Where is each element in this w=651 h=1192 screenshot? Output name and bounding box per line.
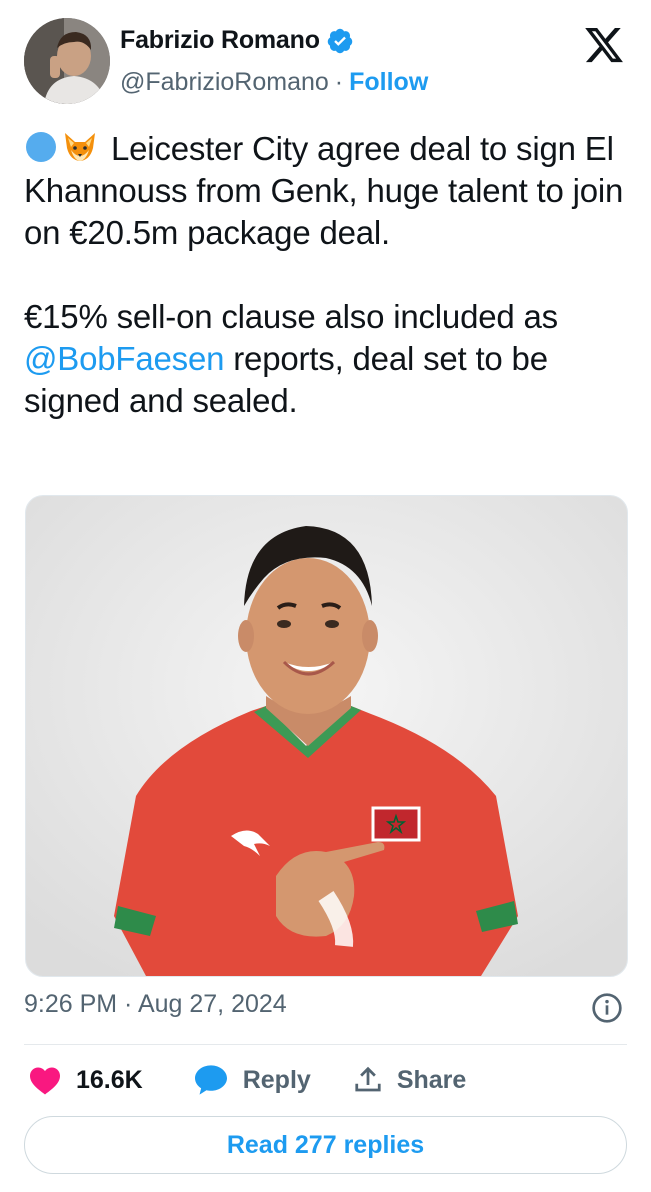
share-icon — [355, 1066, 381, 1092]
share-button[interactable]: Share — [353, 1065, 466, 1095]
verified-badge-icon — [327, 28, 353, 53]
heart-icon — [30, 1067, 60, 1095]
author-avatar[interactable] — [24, 18, 110, 104]
like-count: 16.6K — [76, 1065, 143, 1094]
x-logo-icon[interactable] — [583, 24, 625, 66]
tweet-timestamp[interactable]: 9:26 PM · Aug 27, 2024 — [24, 990, 287, 1018]
tweet-text: Leicester City agree deal to sign El Kha… — [24, 128, 634, 422]
share-label: Share — [396, 1065, 467, 1094]
author-handle[interactable]: @FabrizioRomano — [120, 68, 329, 97]
read-replies-button[interactable]: Read 277 replies — [24, 1116, 627, 1174]
reply-label: Reply — [242, 1065, 311, 1094]
tweet-meta: 9:26 PM · Aug 27, 2024 — [24, 990, 627, 1026]
player-photo — [26, 496, 627, 976]
separator-dot: · — [334, 68, 344, 96]
fox-emoji-icon — [65, 133, 95, 161]
tweet-paragraph-2: €15% sell-on clause also included as @Bo… — [24, 296, 634, 422]
tweet-paragraph-1: Leicester City agree deal to sign El Kha… — [24, 128, 634, 254]
follow-button[interactable]: Follow — [349, 68, 428, 97]
mention-link[interactable]: @BobFaesen — [24, 340, 224, 377]
tweet-media-image[interactable] — [25, 495, 628, 977]
speech-bubble-icon — [194, 1065, 227, 1095]
author-name[interactable]: Fabrizio Romano — [120, 26, 320, 55]
divider — [24, 1044, 627, 1045]
like-button[interactable]: 16.6K — [28, 1065, 143, 1095]
tweet-text-prefix: €15% sell-on clause also included as — [24, 298, 558, 335]
reply-button[interactable]: Reply — [193, 1064, 311, 1096]
blue-circle-emoji-icon — [26, 132, 56, 162]
tweet-main-text: Leicester City agree deal to sign El Kha… — [24, 130, 624, 251]
tweet-actions: 16.6K Reply Share — [28, 1062, 466, 1098]
info-icon[interactable] — [591, 992, 623, 1024]
tweet-header: Fabrizio Romano @FabrizioRomano · Follow — [24, 18, 627, 106]
